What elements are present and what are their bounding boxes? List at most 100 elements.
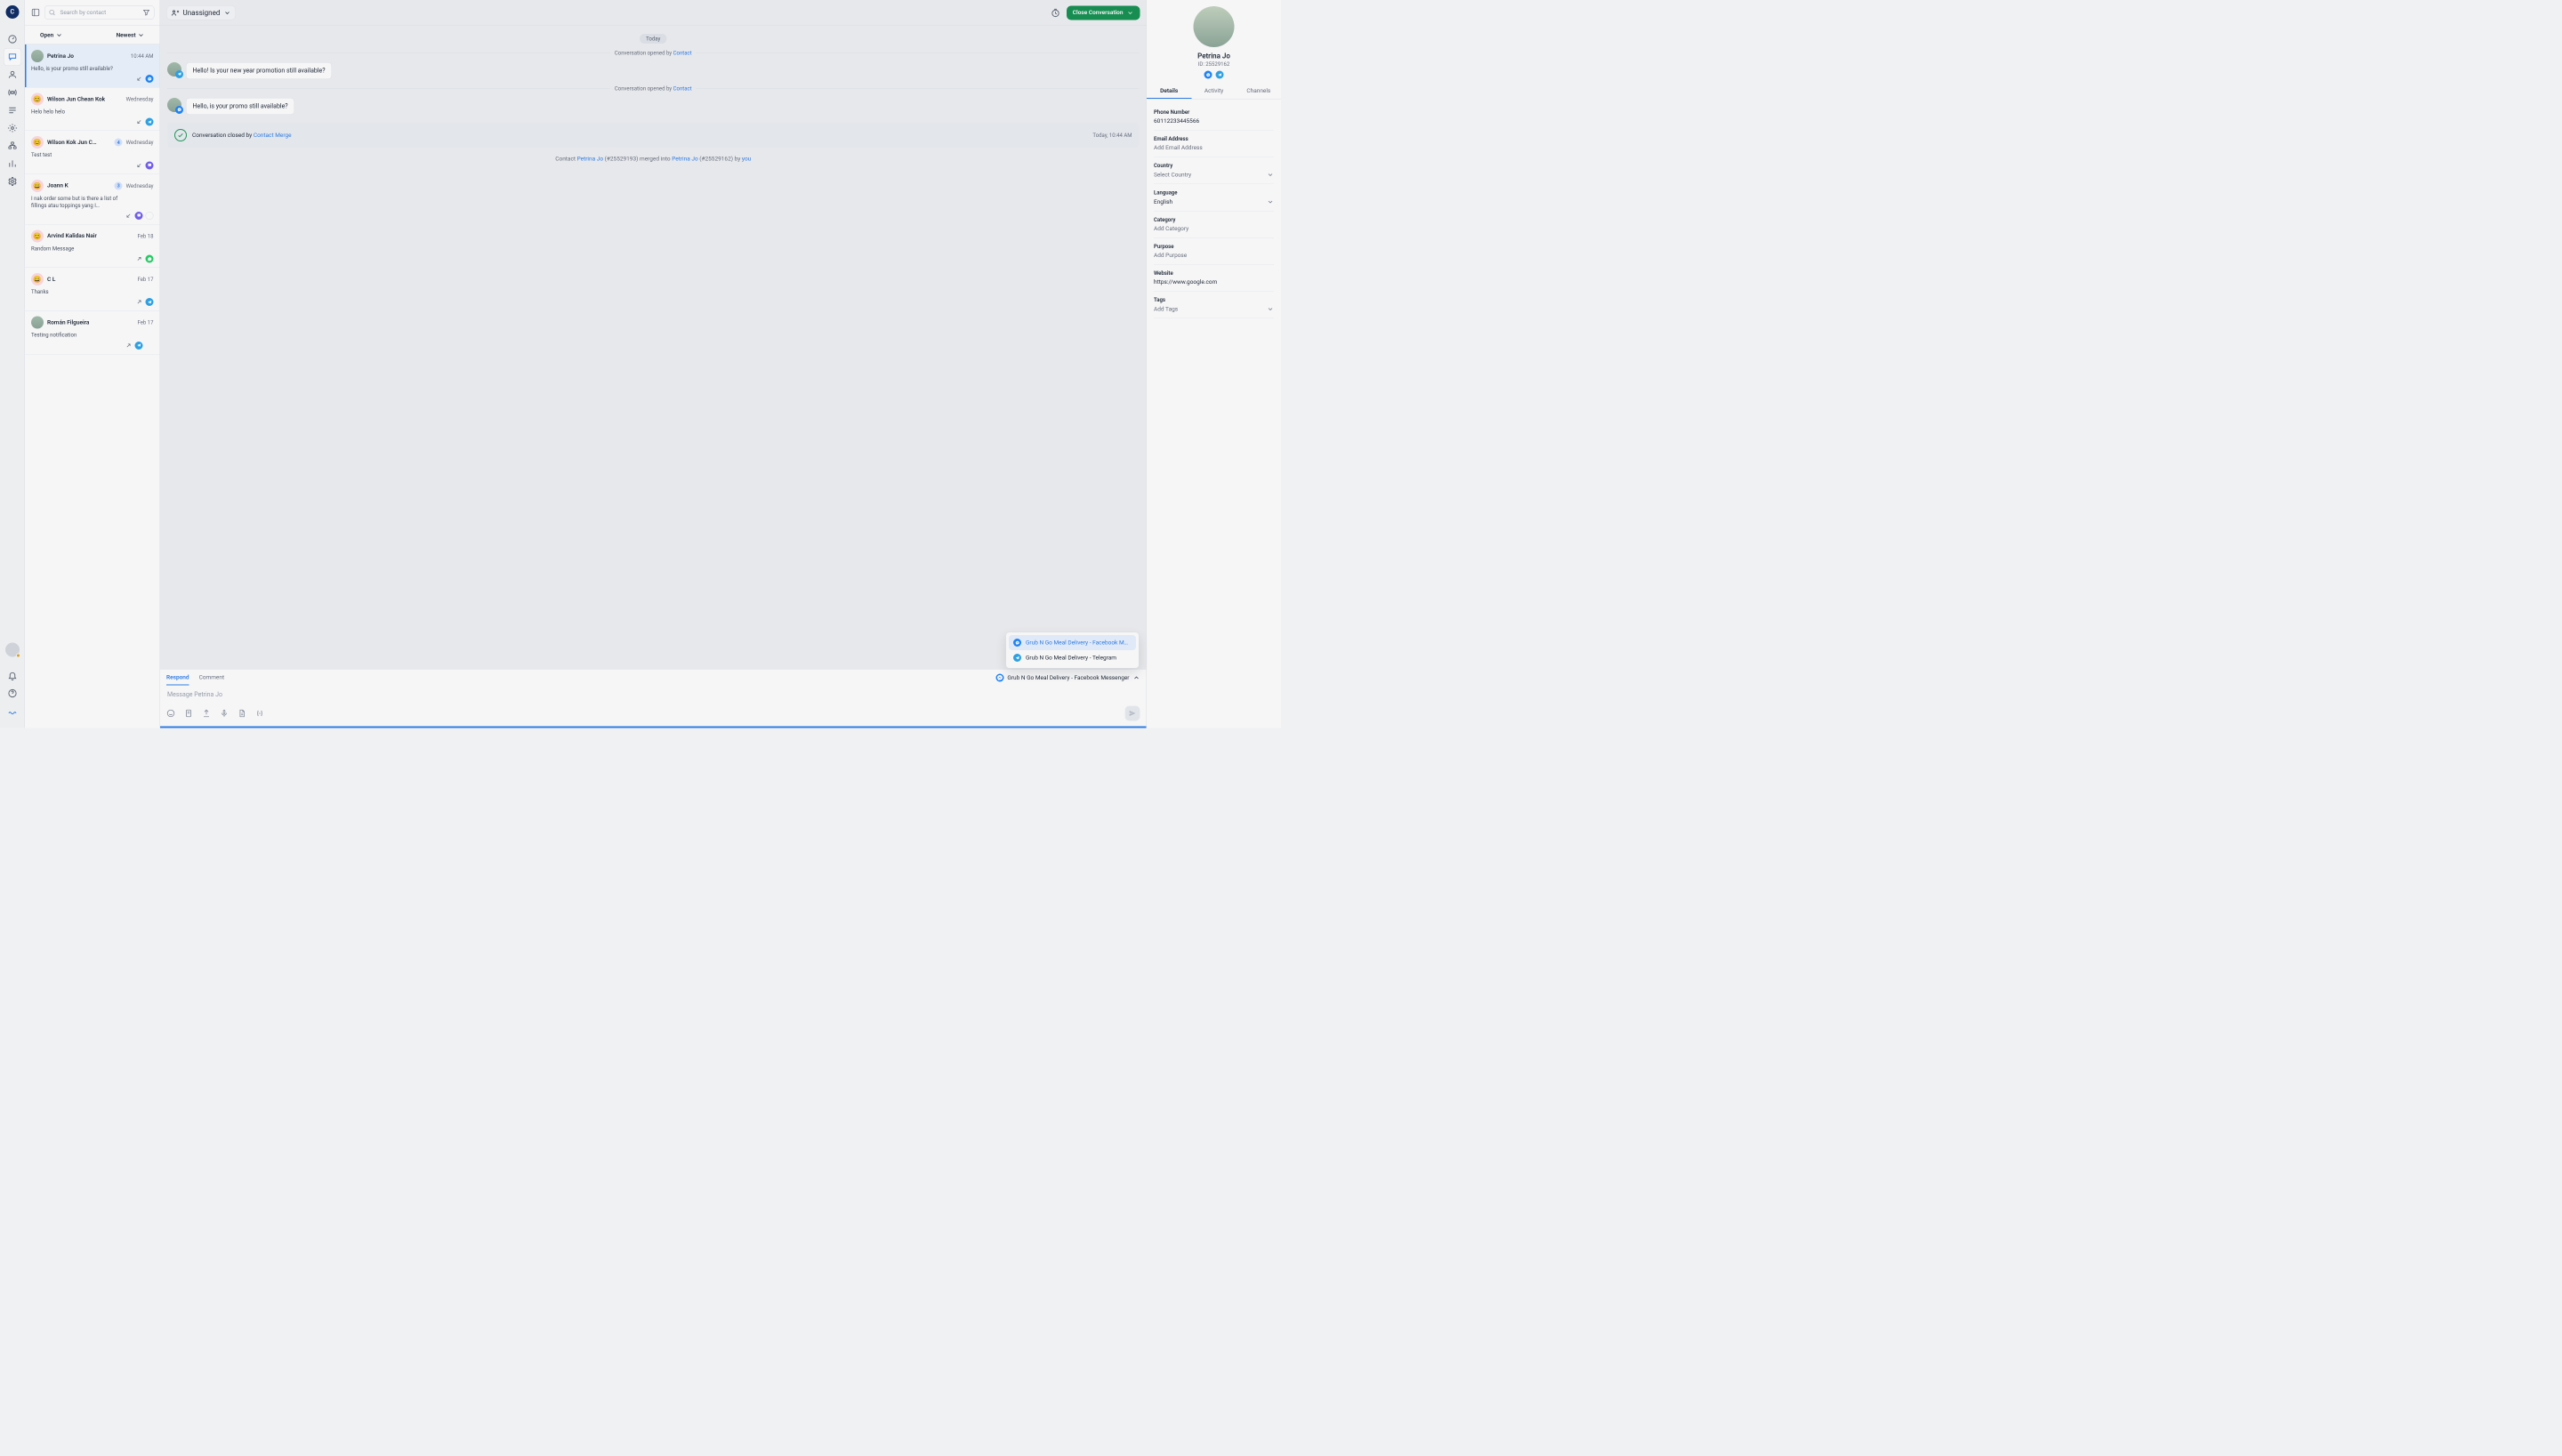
day-divider: Today [640, 34, 666, 44]
field-value: Select Country [1154, 172, 1191, 179]
conversation-thread: Unassigned Close Conversation Today Conv… [160, 0, 1147, 728]
filter-icon[interactable] [142, 9, 150, 17]
search-input-wrapper[interactable] [44, 5, 155, 20]
channel-option[interactable]: Grub N Go Meal Delivery - Telegram [1009, 650, 1136, 665]
nav-org[interactable] [4, 137, 21, 155]
conversation-preview: Test test [31, 151, 125, 158]
field-label: Website [1154, 270, 1274, 277]
merge-contact-link[interactable]: Petrina Jo [672, 156, 697, 163]
nav-dashboard[interactable] [4, 30, 21, 48]
contact-field[interactable]: CountrySelect Country [1154, 157, 1274, 185]
conversation-row[interactable]: 😀Joann K3WednesdayI nak order some but i… [25, 174, 160, 225]
search-input[interactable] [60, 9, 140, 17]
chevron-down-icon [138, 32, 145, 39]
bot-icon [146, 212, 154, 220]
contact-field[interactable]: Purpose Add Purpose [1154, 238, 1274, 265]
contact-tab-activity[interactable]: Activity [1191, 84, 1236, 100]
channel-option[interactable]: Grub N Go Meal Delivery - Facebook M… [1009, 635, 1136, 650]
closed-by-link[interactable]: Contact Merge [254, 132, 292, 139]
conversation-time: Wednesday [126, 182, 154, 189]
contact-field[interactable]: Phone Number 60112233445566 [1154, 104, 1274, 131]
nav-broadcast[interactable] [4, 84, 21, 101]
nav-reports[interactable] [4, 155, 21, 173]
channel-option-label: Grub N Go Meal Delivery - Telegram [1026, 655, 1116, 662]
nav-contacts[interactable] [4, 66, 21, 84]
conversation-row[interactable]: 😄C LFeb 17Thanks [25, 268, 160, 311]
contact-tab-channels[interactable]: Channels [1237, 84, 1281, 100]
conversation-row[interactable]: Román FilgueiraFeb 17Testing notificatio… [25, 311, 160, 355]
conversation-name: Arvind Kalidas Nair [47, 233, 133, 240]
settings-gear-icon [7, 124, 17, 133]
contact-field[interactable]: CategoryAdd Category [1154, 212, 1274, 238]
conversation-name: Petrina Jo [47, 52, 127, 60]
direction-icon [136, 255, 143, 262]
opened-by-link[interactable]: Contact [673, 50, 692, 56]
inbound-message: Hello! Is your new year promotion still … [167, 62, 1140, 79]
contact-field[interactable]: Websitehttps://www.google.com [1154, 265, 1274, 292]
contact-avatar[interactable] [1194, 6, 1235, 47]
field-value: Add Purpose [1154, 253, 1187, 260]
sort-dropdown[interactable]: Newest [117, 32, 145, 39]
composer-toolbar [160, 704, 1147, 727]
composer-input[interactable] [166, 691, 1140, 699]
tg-icon [146, 118, 154, 126]
composer-channel-picker[interactable]: Grub N Go Meal Delivery - Facebook Messe… [995, 674, 1140, 686]
field-label: Purpose [1154, 244, 1274, 250]
field-label: Language [1154, 189, 1274, 196]
closed-time: Today, 10:44 AM [1092, 133, 1132, 139]
nav-help[interactable] [4, 685, 21, 703]
emoji-icon[interactable] [166, 709, 175, 718]
channel-picker-popover: Grub N Go Meal Delivery - Facebook M… Gru… [1006, 632, 1140, 669]
direction-icon [125, 342, 133, 349]
agent-icon [146, 342, 154, 350]
snippet-icon[interactable] [184, 709, 193, 718]
assignee-picker[interactable]: Unassigned [166, 5, 236, 20]
settings-icon [7, 177, 17, 187]
message-bubble: Hello! Is your new year promotion still … [186, 62, 332, 79]
composer-tab-respond[interactable]: Respond [166, 674, 189, 686]
contact-field[interactable]: Email AddressAdd Email Address [1154, 131, 1274, 157]
nav-wave[interactable] [4, 703, 21, 720]
contact-avatar: 😀 [31, 180, 44, 192]
conversation-row[interactable]: 😊Arvind Kalidas NairFeb 18Random Message [25, 224, 160, 268]
voice-icon[interactable] [220, 709, 229, 718]
conversation-row[interactable]: 😊Wilson Jun Chean KokWednesdayHelo helo … [25, 88, 160, 132]
messenger-icon [995, 674, 1003, 682]
contact-field[interactable]: TagsAdd Tags [1154, 292, 1274, 319]
status-filter-dropdown[interactable]: Open [40, 32, 62, 39]
contact-name: Petrina Jo [1197, 52, 1230, 60]
contact-tab-details[interactable]: Details [1147, 84, 1191, 100]
fb-icon [146, 75, 154, 83]
snooze-button[interactable] [1051, 8, 1060, 18]
opened-by-link[interactable]: Contact [673, 85, 692, 92]
contact-avatar: 😊 [31, 93, 44, 106]
send-button[interactable] [1125, 706, 1140, 721]
conversation-row[interactable]: 😊Wilson Kok Jun C…4WednesdayTest test [25, 131, 160, 174]
merge-actor-link[interactable]: you [742, 156, 751, 163]
attachment-icon[interactable] [202, 709, 211, 718]
tg-icon [175, 70, 183, 78]
merge-contact-link[interactable]: Petrina Jo [577, 156, 603, 163]
field-label: Phone Number [1154, 109, 1274, 116]
direction-icon [136, 118, 143, 125]
composer-tab-comment[interactable]: Comment [199, 674, 225, 686]
workspace-avatar[interactable]: C [5, 5, 19, 19]
nav-workflows[interactable] [4, 101, 21, 119]
nav-chat[interactable] [4, 48, 21, 66]
file-icon[interactable] [238, 709, 246, 718]
conversation-time: Feb 18 [137, 233, 153, 239]
assignee-label: Unassigned [183, 9, 221, 18]
nav-bell[interactable] [4, 667, 21, 685]
current-user-avatar[interactable] [5, 643, 20, 657]
contact-field[interactable]: LanguageEnglish [1154, 184, 1274, 212]
message-avatar [167, 62, 181, 76]
close-conversation-button[interactable]: Close Conversation [1067, 5, 1140, 20]
field-value: 60112233445566 [1154, 118, 1199, 125]
variable-icon[interactable] [255, 709, 264, 718]
conversation-list-panel: Open Newest Petrina Jo10:44 AMHello, is … [25, 0, 160, 728]
conversation-row[interactable]: Petrina Jo10:44 AMHello, is your promo s… [25, 44, 160, 88]
collapse-panel-icon[interactable] [31, 8, 40, 17]
closed-banner: Conversation closed by Contact Merge Tod… [167, 123, 1140, 148]
nav-settings-gear[interactable] [4, 119, 21, 137]
nav-settings[interactable] [4, 173, 21, 190]
